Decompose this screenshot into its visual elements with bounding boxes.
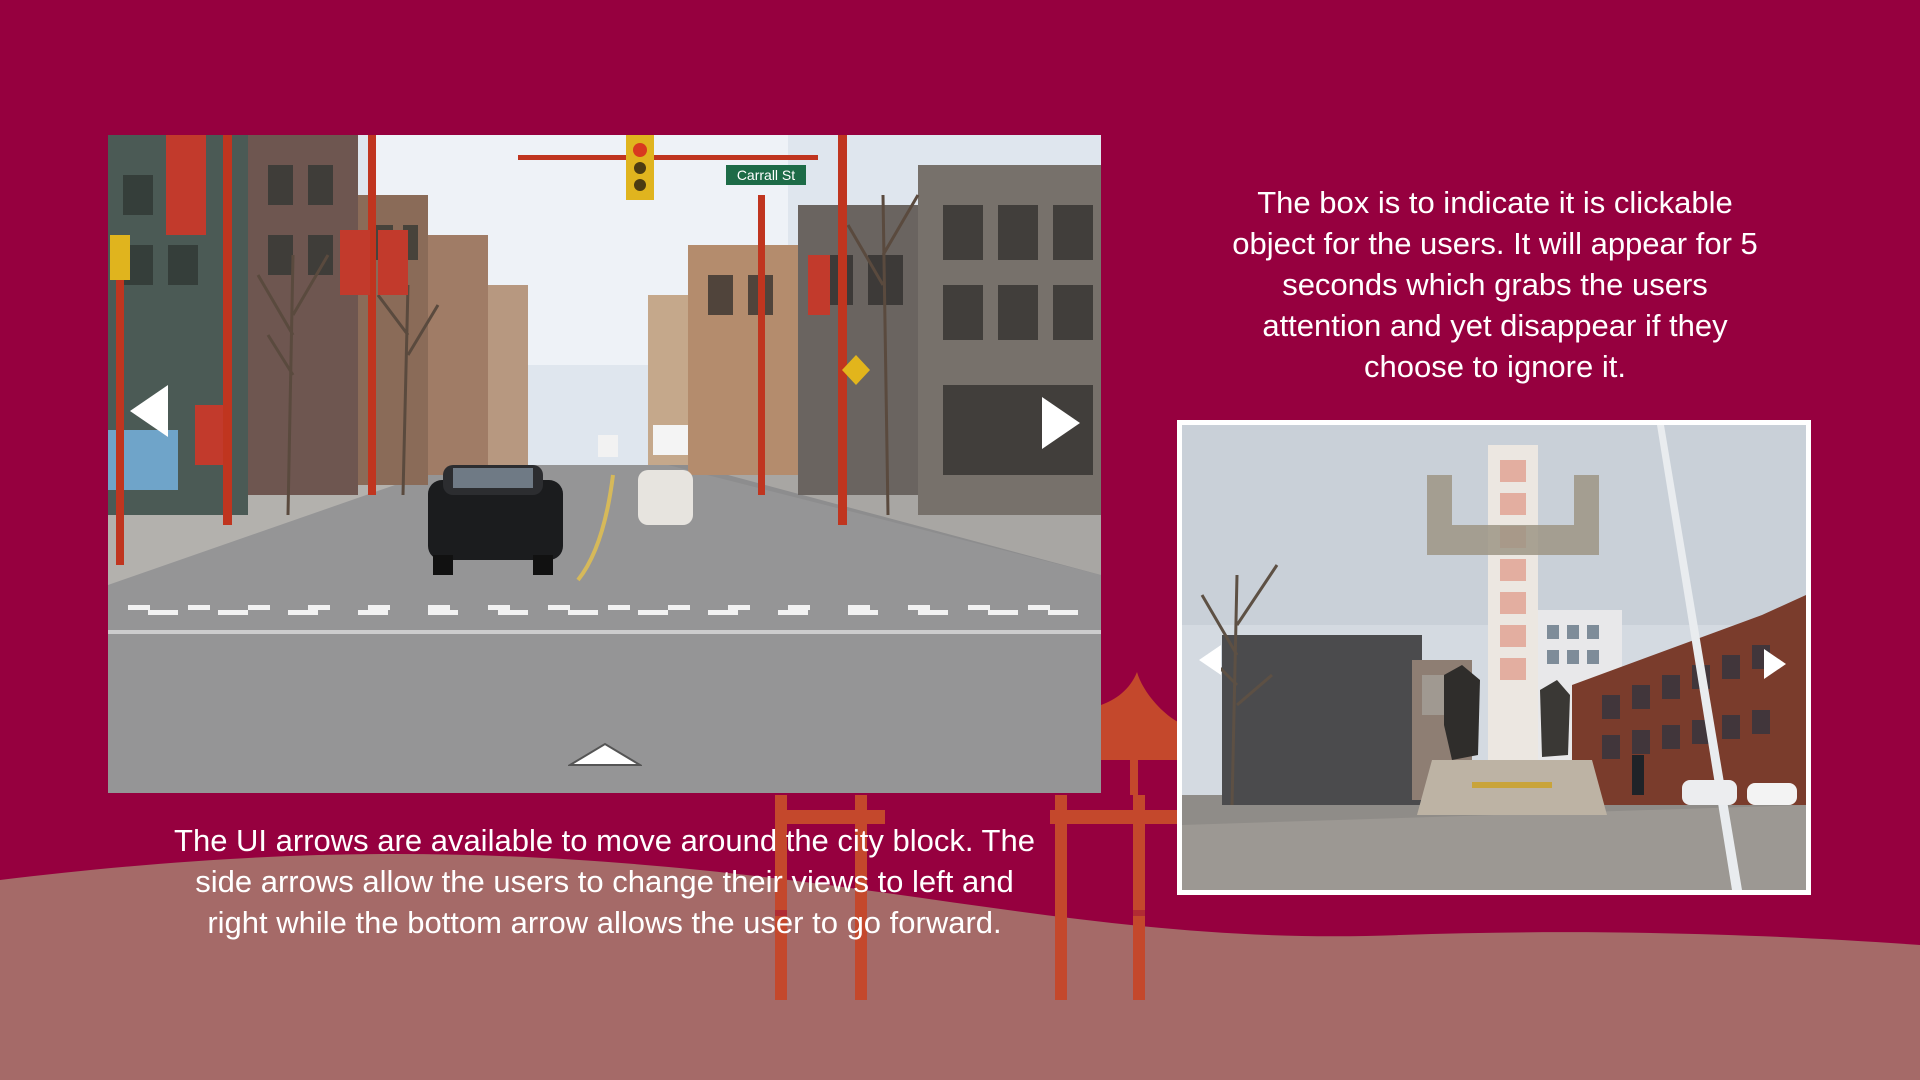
caption-line: The box is to indicate it is clickable	[1257, 185, 1733, 220]
arrows-explanation-caption: The UI arrows are available to move arou…	[108, 820, 1101, 943]
chevron-left-icon[interactable]	[1197, 643, 1223, 677]
monument-scene-illustration	[1182, 425, 1806, 890]
caption-line: The UI arrows are available to move arou…	[174, 823, 1035, 858]
chevron-up-icon[interactable]	[568, 741, 642, 769]
chevron-right-icon[interactable]	[1762, 647, 1788, 681]
monument-view-photo[interactable]	[1182, 425, 1806, 890]
caption-line: attention and yet disappear if they	[1262, 308, 1728, 343]
street-scene-illustration: Carrall St	[108, 135, 1101, 793]
chevron-left-icon[interactable]	[128, 383, 170, 439]
caption-line: side arrows allow the users to change th…	[195, 864, 1014, 899]
monument-view-frame[interactable]	[1177, 420, 1811, 895]
clickable-box-explanation-caption: The box is to indicate it is clickable o…	[1175, 182, 1815, 387]
street-view-photo[interactable]: Carrall St	[108, 135, 1101, 793]
caption-line: choose to ignore it.	[1364, 349, 1626, 384]
caption-line: seconds which grabs the users	[1282, 267, 1708, 302]
car-audi	[428, 465, 563, 575]
caption-line: object for the users. It will appear for…	[1232, 226, 1758, 261]
caption-line: right while the bottom arrow allows the …	[207, 905, 1002, 940]
chevron-right-icon[interactable]	[1040, 395, 1082, 451]
street-sign-text: Carrall St	[737, 167, 795, 183]
